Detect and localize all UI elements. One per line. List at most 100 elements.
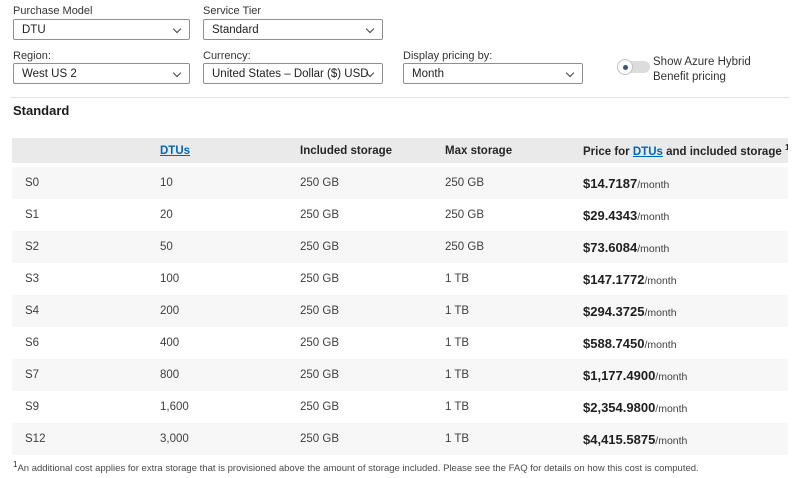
header-included-storage: Included storage — [287, 145, 432, 157]
table-row: S0 10 250 GB 250 GB $14.7187/month — [12, 167, 788, 199]
included-storage-cell: 250 GB — [287, 369, 432, 381]
currency-value: United States – Dollar ($) USD — [212, 68, 369, 80]
toggle-knob-icon — [617, 59, 633, 75]
hybrid-benefit-toggle[interactable] — [617, 59, 651, 75]
price-amount: $588.7450 — [583, 336, 644, 351]
price-cell: $1,177.4900/month — [570, 368, 788, 383]
included-storage-cell: 250 GB — [287, 401, 432, 413]
price-cell: $147.1772/month — [570, 272, 788, 287]
price-cell: $2,354.9800/month — [570, 400, 788, 415]
table-row: S7 800 250 GB 1 TB $1,177.4900/month — [12, 359, 788, 391]
tier-cell: S2 — [12, 241, 147, 253]
price-cell: $14.7187/month — [570, 176, 788, 191]
price-cell: $294.3725/month — [570, 304, 788, 319]
dtus-price-header-link[interactable]: DTUs — [633, 146, 663, 158]
dtus-cell: 3,000 — [147, 433, 287, 445]
header-max-storage: Max storage — [432, 145, 570, 157]
price-amount: $2,354.9800 — [583, 400, 655, 415]
dtus-cell: 400 — [147, 337, 287, 349]
header-price-prefix: Price for — [583, 146, 633, 158]
chevron-down-icon — [366, 25, 374, 33]
price-cell: $73.6084/month — [570, 240, 788, 255]
max-storage-cell: 250 GB — [432, 209, 570, 221]
currency-select[interactable]: United States – Dollar ($) USD — [203, 63, 383, 84]
price-amount: $4,415.5875 — [583, 432, 655, 447]
included-storage-cell: 250 GB — [287, 273, 432, 285]
price-amount: $294.3725 — [583, 304, 644, 319]
table-row: S3 100 250 GB 1 TB $147.1772/month — [12, 263, 788, 295]
toggle-dot-icon — [623, 65, 628, 70]
table-row: S4 200 250 GB 1 TB $294.3725/month — [12, 295, 788, 327]
region-label: Region: — [13, 50, 51, 62]
price-unit: /month — [644, 307, 676, 319]
price-amount: $147.1772 — [583, 272, 644, 287]
max-storage-cell: 1 TB — [432, 273, 570, 285]
tier-cell: S1 — [12, 209, 147, 221]
display-pricing-by-label: Display pricing by: — [403, 50, 492, 62]
service-tier-label: Service Tier — [203, 5, 261, 17]
included-storage-cell: 250 GB — [287, 337, 432, 349]
price-unit: /month — [644, 275, 676, 287]
table-row: S9 1,600 250 GB 1 TB $2,354.9800/month — [12, 391, 788, 423]
tier-cell: S3 — [12, 273, 147, 285]
max-storage-cell: 250 GB — [432, 177, 570, 189]
included-storage-cell: 250 GB — [287, 241, 432, 253]
dtus-cell: 1,600 — [147, 401, 287, 413]
service-tier-select[interactable]: Standard — [203, 19, 383, 40]
tier-cell: S4 — [12, 305, 147, 317]
price-unit: /month — [637, 211, 669, 223]
section-divider — [10, 97, 790, 98]
price-unit: /month — [637, 179, 669, 191]
price-cell: $4,415.5875/month — [570, 432, 788, 447]
price-unit: /month — [644, 339, 676, 351]
header-price: Price for DTUs and included storage 1 — [570, 143, 788, 158]
price-amount: $29.4343 — [583, 208, 637, 223]
purchase-model-value: DTU — [22, 24, 46, 36]
max-storage-cell: 1 TB — [432, 433, 570, 445]
purchase-model-select[interactable]: DTU — [13, 19, 190, 40]
tier-cell: S0 — [12, 177, 147, 189]
table-row: S6 400 250 GB 1 TB $588.7450/month — [12, 327, 788, 359]
tier-cell: S7 — [12, 369, 147, 381]
dtus-cell: 800 — [147, 369, 287, 381]
price-amount: $1,177.4900 — [583, 368, 655, 383]
region-value: West US 2 — [22, 68, 77, 80]
max-storage-cell: 250 GB — [432, 241, 570, 253]
max-storage-cell: 1 TB — [432, 369, 570, 381]
currency-label: Currency: — [203, 50, 251, 62]
price-cell: $588.7450/month — [570, 336, 788, 351]
display-pricing-by-value: Month — [412, 68, 444, 80]
section-title: Standard — [13, 103, 69, 118]
included-storage-cell: 250 GB — [287, 209, 432, 221]
chevron-down-icon — [173, 25, 181, 33]
dtus-cell: 50 — [147, 241, 287, 253]
dtus-cell: 100 — [147, 273, 287, 285]
tier-cell: S6 — [12, 337, 147, 349]
region-select[interactable]: West US 2 — [13, 63, 190, 84]
chevron-down-icon — [566, 69, 574, 77]
max-storage-cell: 1 TB — [432, 401, 570, 413]
price-unit: /month — [637, 243, 669, 255]
dtus-cell: 20 — [147, 209, 287, 221]
tier-cell: S9 — [12, 401, 147, 413]
tier-cell: S12 — [12, 433, 147, 445]
price-unit: /month — [655, 371, 687, 383]
footnote-text: An additional cost applies for extra sto… — [17, 463, 698, 474]
header-footnote-marker: 1 — [785, 143, 788, 152]
footnote: 1An additional cost applies for extra st… — [13, 460, 699, 474]
display-pricing-by-select[interactable]: Month — [403, 63, 583, 84]
dtus-cell: 200 — [147, 305, 287, 317]
table-header-row: DTUs Included storage Max storage Price … — [12, 138, 788, 163]
included-storage-cell: 250 GB — [287, 305, 432, 317]
max-storage-cell: 1 TB — [432, 337, 570, 349]
service-tier-value: Standard — [212, 24, 259, 36]
included-storage-cell: 250 GB — [287, 177, 432, 189]
dtus-cell: 10 — [147, 177, 287, 189]
table-row: S12 3,000 250 GB 1 TB $4,415.5875/month — [12, 423, 788, 455]
dtus-header-link[interactable]: DTUs — [160, 145, 190, 157]
chevron-down-icon — [173, 69, 181, 77]
hybrid-benefit-label: Show Azure Hybrid Benefit pricing — [653, 55, 783, 85]
price-amount: $73.6084 — [583, 240, 637, 255]
table-row: S1 20 250 GB 250 GB $29.4343/month — [12, 199, 788, 231]
price-cell: $29.4343/month — [570, 208, 788, 223]
